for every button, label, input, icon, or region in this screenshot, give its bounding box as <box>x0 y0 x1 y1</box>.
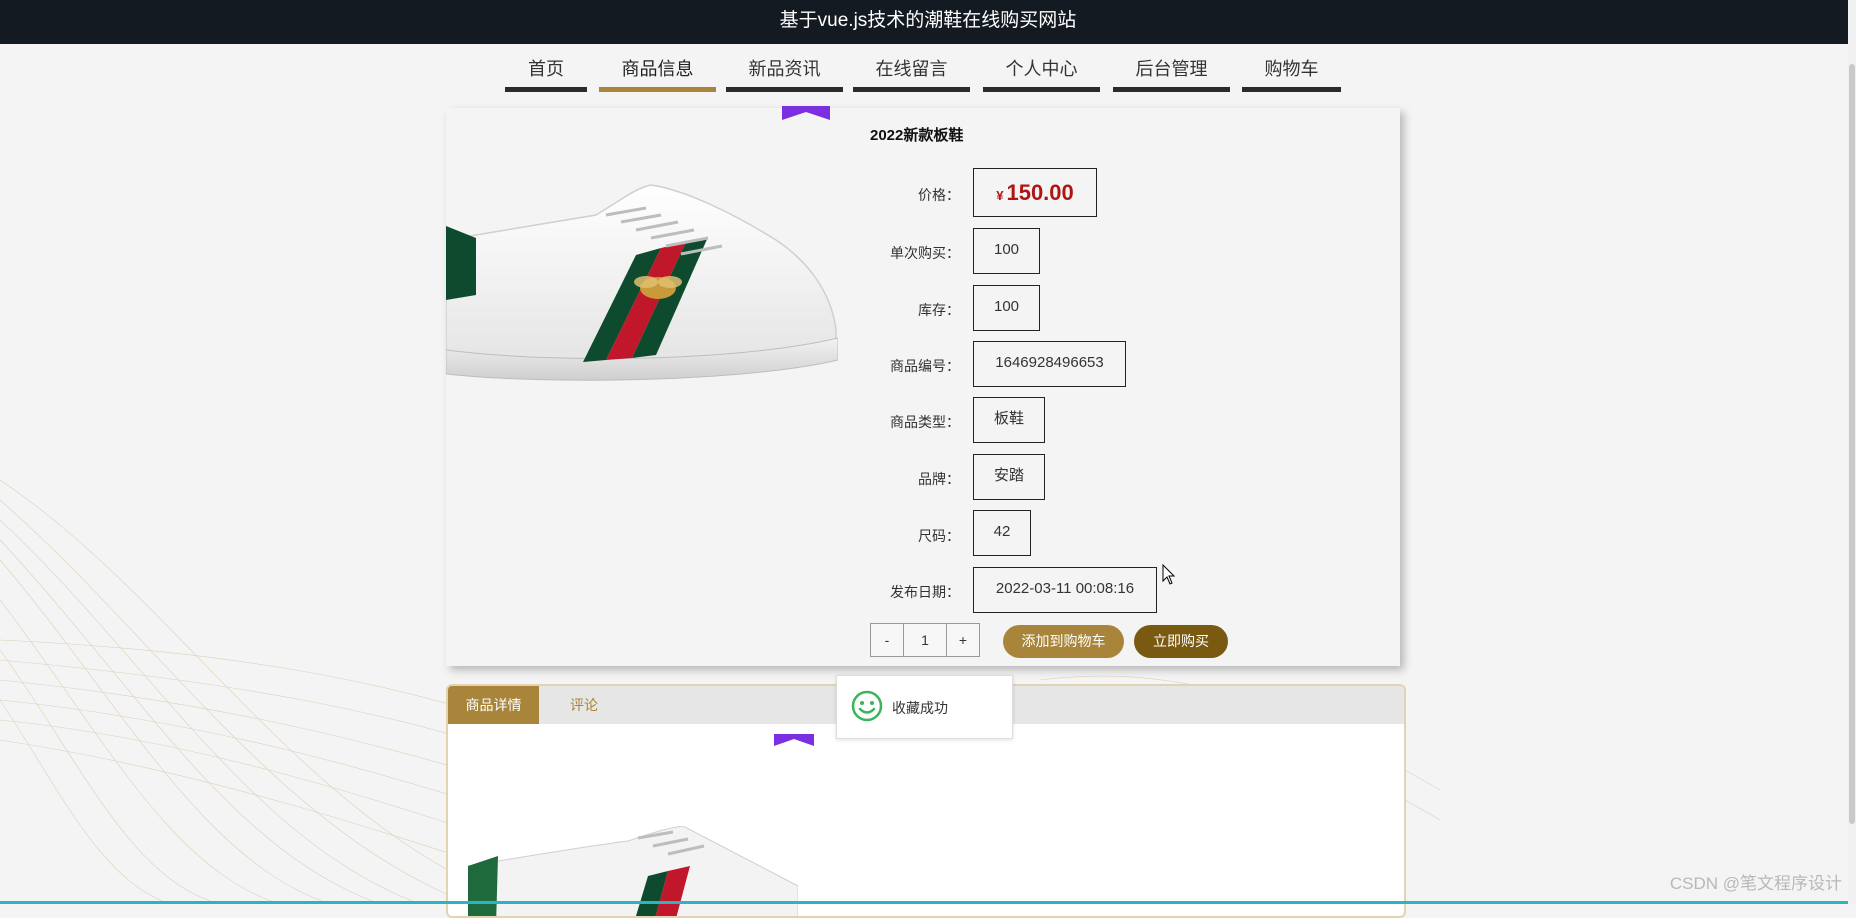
ribbon-icon <box>774 734 814 746</box>
field-label-release-date: 发布日期： <box>890 584 960 600</box>
main-nav: 首页 商品信息 新品资讯 在线留言 个人中心 后台管理 购物车 <box>0 44 1856 99</box>
watermark: CSDN @笔文程序设计 <box>1669 874 1842 893</box>
price-value: ¥150.00 <box>973 168 1097 217</box>
nav-item-products[interactable]: 商品信息 <box>599 54 716 92</box>
product-title: 2022新款板鞋 <box>870 127 964 144</box>
field-value-size: 42 <box>973 510 1031 556</box>
currency-symbol: ¥ <box>996 188 1004 203</box>
smile-icon <box>851 690 883 722</box>
ribbon-icon <box>782 106 830 120</box>
mouse-cursor-icon <box>1162 564 1176 585</box>
nav-item-messages[interactable]: 在线留言 <box>853 54 970 92</box>
field-value-product-id: 1646928496653 <box>973 341 1126 387</box>
quantity-plus-button[interactable]: + <box>946 623 980 657</box>
price-label: 价格： <box>918 187 960 203</box>
field-value-stock: 100 <box>973 285 1040 331</box>
field-value-brand: 安踏 <box>973 454 1045 500</box>
quantity-minus-button[interactable]: - <box>870 623 904 657</box>
nav-item-cart[interactable]: 购物车 <box>1242 54 1341 92</box>
tab-product-details[interactable]: 商品详情 <box>448 686 539 724</box>
nav-item-admin[interactable]: 后台管理 <box>1113 54 1230 92</box>
page-scrollbar[interactable] <box>1848 0 1856 904</box>
field-label-stock: 库存： <box>918 302 960 318</box>
field-label-brand: 品牌： <box>918 471 960 487</box>
field-value-purchase-limit: 100 <box>973 228 1040 274</box>
field-label-size: 尺码： <box>918 528 960 544</box>
product-image[interactable] <box>446 160 838 410</box>
field-value-release-date: 2022-03-11 00:08:16 <box>973 567 1157 613</box>
tab-comments[interactable]: 评论 <box>539 686 629 724</box>
field-label-category: 商品类型： <box>890 414 960 430</box>
scrollbar-thumb[interactable] <box>1849 64 1855 824</box>
add-to-cart-button[interactable]: 添加到购物车 <box>1003 625 1124 658</box>
quantity-input[interactable]: 1 <box>904 623 946 657</box>
detail-product-image <box>468 826 798 916</box>
toast-message: 收藏成功 <box>892 700 948 716</box>
quantity-stepper: - 1 + <box>870 623 980 657</box>
nav-item-home[interactable]: 首页 <box>505 54 587 92</box>
field-label-product-id: 商品编号： <box>890 358 960 374</box>
toast-notification: 收藏成功 <box>836 675 1013 739</box>
field-label-purchase-limit: 单次购买： <box>890 245 960 261</box>
nav-item-user-center[interactable]: 个人中心 <box>983 54 1100 92</box>
buy-now-button[interactable]: 立即购买 <box>1134 625 1228 658</box>
site-header: 基于vue.js技术的潮鞋在线购买网站 <box>0 0 1856 44</box>
field-value-category: 板鞋 <box>973 397 1045 443</box>
site-title: 基于vue.js技术的潮鞋在线购买网站 <box>779 10 1077 31</box>
price-amount: 150.00 <box>1006 180 1074 205</box>
nav-item-news[interactable]: 新品资讯 <box>726 54 843 92</box>
